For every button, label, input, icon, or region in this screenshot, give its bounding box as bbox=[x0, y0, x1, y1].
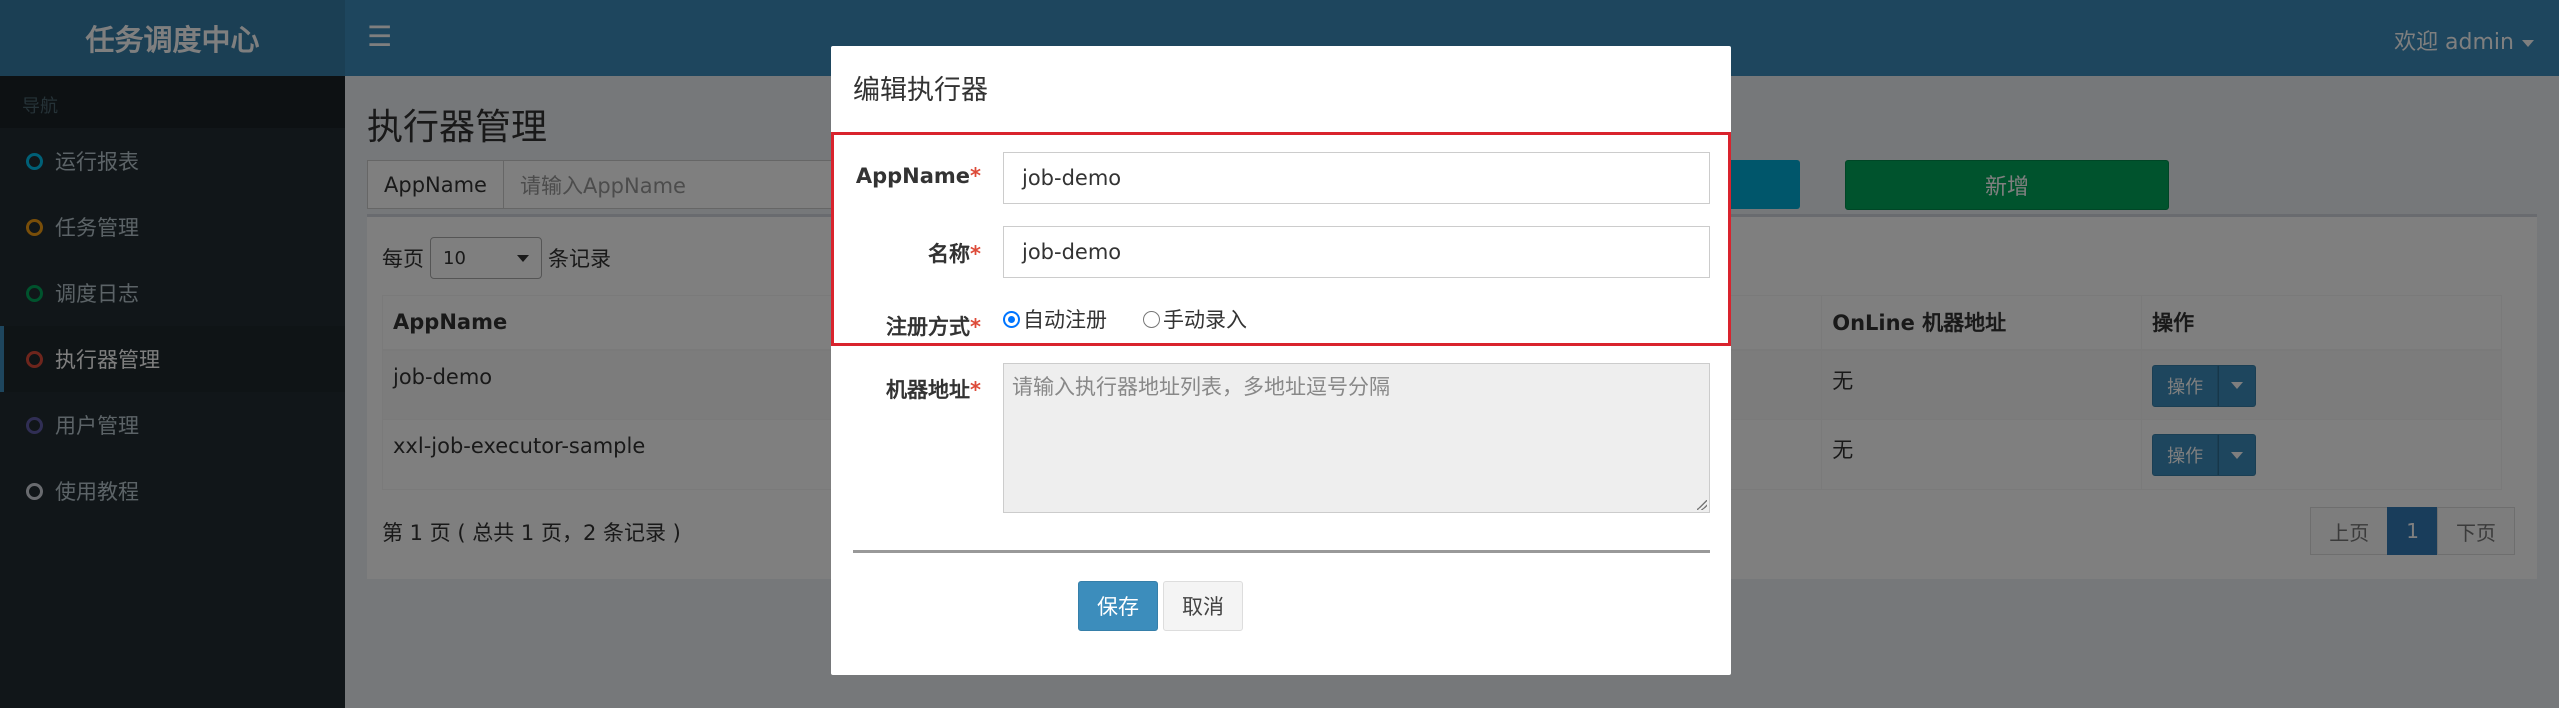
radio-manual[interactable] bbox=[1143, 310, 1160, 328]
required-mark: * bbox=[970, 164, 981, 188]
address-label-text: 机器地址 bbox=[886, 378, 971, 402]
required-mark: * bbox=[970, 315, 981, 339]
register-type-label-text: 注册方式 bbox=[886, 315, 971, 339]
appname-label: AppName* bbox=[831, 164, 981, 188]
required-mark: * bbox=[970, 378, 981, 402]
save-button[interactable]: 保存 bbox=[1078, 581, 1158, 631]
address-placeholder: 请输入执行器地址列表，多地址逗号分隔 bbox=[1012, 375, 1390, 399]
edit-executor-modal: 编辑执行器 AppName* job-demo 名称* job-demo 注册方… bbox=[831, 46, 1731, 675]
appname-label-text: AppName bbox=[855, 164, 971, 188]
address-label: 机器地址* bbox=[831, 374, 981, 404]
radio-auto-label[interactable]: 自动注册 bbox=[1023, 304, 1107, 334]
register-type-label: 注册方式* bbox=[831, 311, 981, 341]
modal-title: 编辑执行器 bbox=[853, 75, 988, 106]
appname-input[interactable]: job-demo bbox=[1003, 152, 1710, 204]
address-textarea[interactable]: 请输入执行器地址列表，多地址逗号分隔 bbox=[1003, 363, 1710, 513]
name-input[interactable]: job-demo bbox=[1003, 226, 1710, 278]
name-label-text: 名称 bbox=[928, 242, 971, 266]
register-type-group: 自动注册 手动录入 bbox=[1003, 304, 1247, 334]
resize-grip-icon[interactable] bbox=[1697, 500, 1707, 510]
modal-divider bbox=[853, 550, 1710, 553]
radio-manual-label[interactable]: 手动录入 bbox=[1163, 304, 1247, 334]
required-mark: * bbox=[970, 242, 981, 266]
radio-auto[interactable] bbox=[1003, 310, 1020, 328]
name-label: 名称* bbox=[831, 238, 981, 268]
cancel-button[interactable]: 取消 bbox=[1163, 581, 1243, 631]
